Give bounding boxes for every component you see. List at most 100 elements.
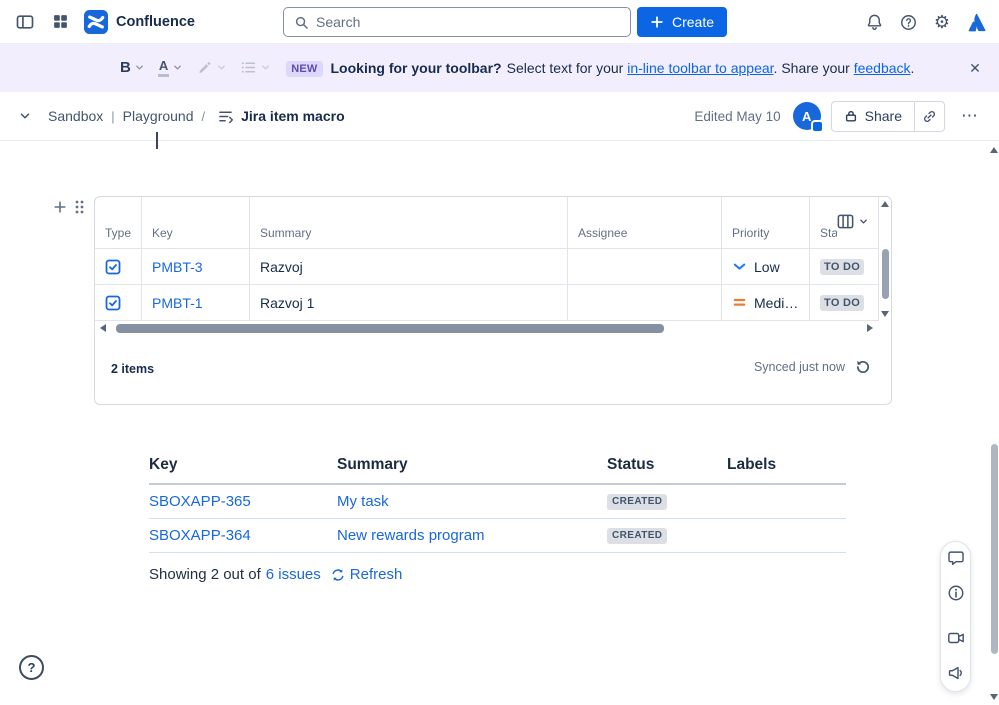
page-tools-toolbar — [940, 541, 971, 692]
app-switcher-button[interactable] — [45, 7, 75, 37]
synced-label: Synced just now — [753, 360, 845, 374]
scroll-up-arrow[interactable] — [881, 201, 889, 207]
text-color-button[interactable]: A — [156, 57, 185, 78]
text-color-icon: A — [157, 59, 170, 77]
all-issues-link[interactable]: 6 issues — [266, 566, 321, 583]
close-icon: ✕ — [969, 59, 981, 76]
column-header-summary[interactable]: Summary — [250, 197, 568, 249]
breadcrumb-space-link[interactable]: Sandbox — [48, 108, 103, 124]
notifications-button[interactable] — [859, 7, 889, 37]
column-header-priority[interactable]: Priority — [722, 197, 810, 249]
feedback-link[interactable]: feedback — [854, 60, 911, 76]
status-badge: CREATED — [607, 527, 668, 544]
share-button-label: Share — [864, 108, 902, 124]
priority-cell[interactable]: Medium — [722, 285, 810, 321]
type-cell — [95, 249, 142, 285]
sync-arrow-icon — [856, 360, 870, 374]
drag-handle[interactable] — [72, 198, 86, 216]
details-button[interactable] — [947, 584, 965, 602]
list-format-button[interactable] — [238, 57, 273, 78]
record-video-button[interactable] — [947, 629, 965, 647]
table-row[interactable]: PMBT-1 Razvoj 1 Medium TO DO — [95, 285, 878, 321]
chevron-down-icon — [134, 62, 145, 73]
sidebar-toggle-button[interactable] — [10, 7, 40, 37]
page-header-actions: Edited May 10 A Share ⋯ — [694, 100, 999, 133]
app-name: Confluence — [116, 13, 195, 30]
bold-format-button[interactable]: B — [118, 57, 147, 78]
chevron-down-icon — [260, 62, 271, 73]
page-scrollbar[interactable] — [989, 141, 999, 705]
avatar-initial: A — [801, 108, 812, 124]
table-horizontal-scrollbar[interactable] — [95, 321, 878, 335]
page-scroll-down-arrow[interactable] — [990, 694, 998, 700]
priority-low-icon — [732, 259, 747, 274]
share-button-group: Share — [830, 100, 945, 132]
confluence-home-link[interactable]: Confluence — [84, 9, 195, 34]
column-header-assignee[interactable]: Assignee — [568, 197, 722, 249]
list-item: SBOXAPP-364 New rewards program CREATED — [149, 519, 846, 553]
collapse-tree-button[interactable] — [10, 101, 40, 131]
page-scroll-thumb[interactable] — [990, 444, 998, 654]
issue-summary-link[interactable]: New rewards program — [337, 527, 607, 544]
column-header-type[interactable]: Type — [95, 197, 142, 249]
column-settings-button[interactable] — [836, 212, 869, 231]
horizontal-scroll-track[interactable] — [110, 323, 863, 333]
chevron-down-icon — [172, 62, 183, 73]
inline-toolbar-link[interactable]: in-line toolbar to appear — [627, 60, 773, 76]
key-cell: PMBT-1 — [142, 285, 250, 321]
feedback-announcement-button[interactable] — [947, 664, 965, 682]
summary-cell[interactable]: Razvoj — [250, 249, 568, 285]
settings-button[interactable]: ⚙ — [927, 7, 957, 37]
search-input[interactable] — [316, 14, 620, 30]
scroll-left-arrow[interactable] — [100, 324, 106, 332]
toolbar-discovery-banner: B A NEW Looking for your toolbar? Select t… — [0, 44, 999, 92]
breadcrumb-section-link[interactable]: Playground — [123, 108, 194, 124]
issue-summary-link[interactable]: My task — [337, 493, 607, 510]
table-vertical-scrollbar[interactable] — [878, 197, 891, 321]
page-scroll-up-arrow[interactable] — [990, 147, 998, 153]
more-actions-button[interactable]: ⋯ — [955, 101, 985, 131]
breadcrumb-slash: / — [201, 108, 206, 124]
priority-cell[interactable]: Low — [722, 249, 810, 285]
issue-key-link[interactable]: SBOXAPP-365 — [149, 493, 337, 510]
issue-key-link[interactable]: PMBT-1 — [152, 295, 203, 311]
global-search[interactable] — [283, 7, 631, 37]
add-content-button[interactable] — [50, 197, 70, 217]
issues-header-status: Status — [607, 456, 655, 473]
chevron-down-icon — [18, 109, 32, 123]
create-button[interactable]: Create — [637, 7, 728, 37]
status-cell[interactable]: TO DO — [810, 285, 878, 321]
copy-link-button[interactable] — [914, 101, 944, 131]
comments-button[interactable] — [947, 549, 965, 567]
plus-icon — [54, 201, 66, 213]
refresh-issues-button[interactable]: Refresh — [331, 566, 402, 583]
text-cursor — [156, 132, 158, 149]
issue-key-link[interactable]: SBOXAPP-364 — [149, 527, 337, 544]
refresh-sync-button[interactable] — [855, 359, 871, 375]
help-fab-button[interactable]: ? — [19, 655, 44, 680]
formatting-buttons-group: B A — [118, 57, 273, 78]
column-header-key[interactable]: Key — [142, 197, 250, 249]
question-circle-icon — [900, 14, 916, 30]
status-badge: CREATED — [607, 493, 668, 510]
last-edited-label[interactable]: Edited May 10 — [694, 109, 780, 124]
issue-key-link[interactable]: PMBT-3 — [152, 259, 203, 275]
avatar[interactable]: A — [792, 102, 824, 133]
question-mark-icon: ? — [27, 660, 36, 675]
scroll-down-arrow[interactable] — [881, 311, 889, 317]
scroll-right-arrow[interactable] — [867, 324, 873, 332]
horizontal-scroll-thumb[interactable] — [116, 323, 664, 333]
vertical-scroll-thumb[interactable] — [882, 249, 889, 299]
bold-icon: B — [120, 59, 131, 77]
help-button[interactable] — [893, 7, 923, 37]
share-button[interactable]: Share — [832, 102, 914, 131]
highlight-color-button[interactable] — [194, 57, 229, 78]
assignee-cell[interactable] — [568, 249, 722, 285]
status-cell[interactable]: TO DO — [810, 249, 878, 285]
create-button-label: Create — [672, 14, 715, 30]
table-row[interactable]: PMBT-3 Razvoj Low TO DO — [95, 249, 878, 285]
assignee-cell[interactable] — [568, 285, 722, 321]
megaphone-icon — [948, 666, 962, 680]
summary-cell[interactable]: Razvoj 1 — [250, 285, 568, 321]
banner-close-button[interactable]: ✕ — [963, 56, 987, 80]
